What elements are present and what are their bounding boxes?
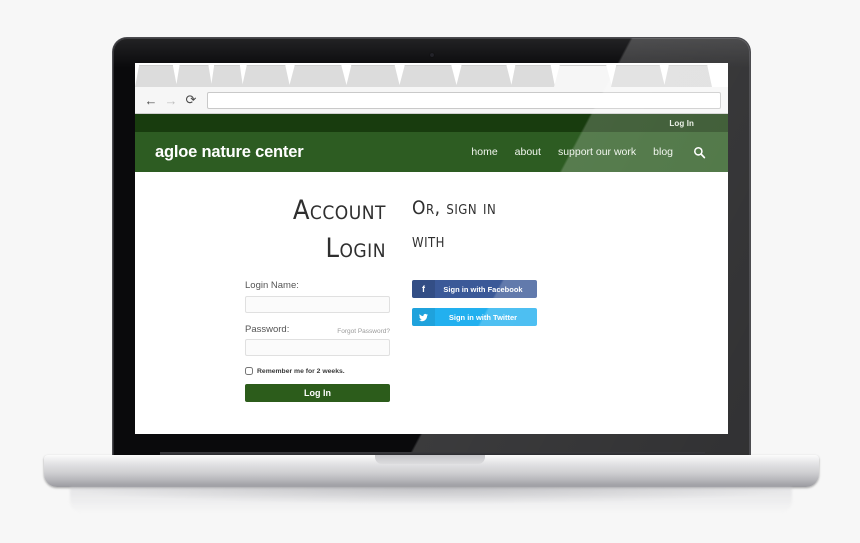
social-heading-line-1: Or, sign in [412,197,497,219]
nav-item-home[interactable]: home [471,146,497,158]
browser-tab[interactable] [135,65,177,87]
browser-tab[interactable] [511,65,555,87]
password-label-row: Password: Forgot Password? [245,324,390,335]
password-label: Password: [245,323,290,335]
account-login-heading: Account Login [245,192,390,269]
site-header: agloe nature center home about support o… [135,132,728,172]
url-input[interactable] [207,91,721,109]
login-submit-button[interactable]: Log In [245,384,390,402]
back-arrow-icon[interactable]: ← [142,91,160,109]
browser-tabstrip[interactable] [135,63,728,87]
twitter-signin-label: Sign in with Twitter [448,312,518,322]
nav-item-blog[interactable]: blog [653,146,673,158]
brand-logo[interactable]: agloe nature center [155,143,304,162]
social-signin-heading: Or, sign in with [412,192,592,259]
reload-icon[interactable]: ⟳ [182,91,200,109]
forward-arrow-icon[interactable]: → [162,91,180,109]
twitter-signin-button[interactable]: Sign in with Twitter [412,308,537,326]
screen-viewport: ← → ⟳ Log In agloe nature center home ab… [135,63,728,434]
utility-login-link[interactable]: Log In [669,119,694,128]
password-input[interactable] [245,339,390,356]
laptop-lid: ← → ⟳ Log In agloe nature center home ab… [113,38,750,462]
remember-me-checkbox[interactable] [245,367,253,375]
laptop-base-notch [375,455,485,464]
browser-tab[interactable] [611,65,665,87]
browser-tab[interactable] [242,65,290,87]
browser-tab[interactable] [289,65,347,87]
nav-item-support-our-work[interactable]: support our work [558,146,636,158]
heading-line-1: Account [292,195,386,226]
laptop-mockup: ← → ⟳ Log In agloe nature center home ab… [0,0,860,543]
facebook-icon: f [412,280,435,298]
remember-me-label[interactable]: Remember me for 2 weeks. [257,368,345,375]
main-navigation: home about support our work blog [471,146,706,159]
facebook-signin-button[interactable]: f Sign in with Facebook [412,280,537,298]
browser-tab[interactable] [399,65,457,87]
tabstrip-filler [711,66,728,87]
search-icon[interactable] [693,146,706,159]
browser-toolbar: ← → ⟳ [135,87,728,114]
twitter-icon [412,308,435,326]
social-buttons: f Sign in with Facebook Sign in with Twi… [412,280,537,336]
browser-tab[interactable] [176,65,212,87]
remember-me-row: Remember me for 2 weeks. [245,367,390,375]
login-name-input[interactable] [245,295,390,313]
browser-tab[interactable] [664,65,712,87]
forgot-password-link[interactable]: Forgot Password? [337,328,390,335]
social-heading-line-2: with [412,230,445,253]
login-form: Login Name: Password: Forgot Password? R… [245,280,390,402]
webcam-icon [429,53,434,57]
login-page: Account Login Or, sign in with Login Nam… [135,172,728,434]
laptop-shadow [60,486,802,504]
browser-tab[interactable] [346,65,400,87]
browser-tab[interactable] [456,65,512,87]
heading-line-2: Login [325,233,386,265]
login-name-label: Login Name: [245,280,299,291]
nav-item-about[interactable]: about [515,146,541,158]
facebook-signin-label: Sign in with Facebook [443,284,523,294]
browser-tab[interactable] [211,65,243,87]
login-name-label-row: Login Name: [245,280,390,291]
browser-tab-active[interactable] [554,65,612,87]
utility-bar: Log In [135,114,728,132]
